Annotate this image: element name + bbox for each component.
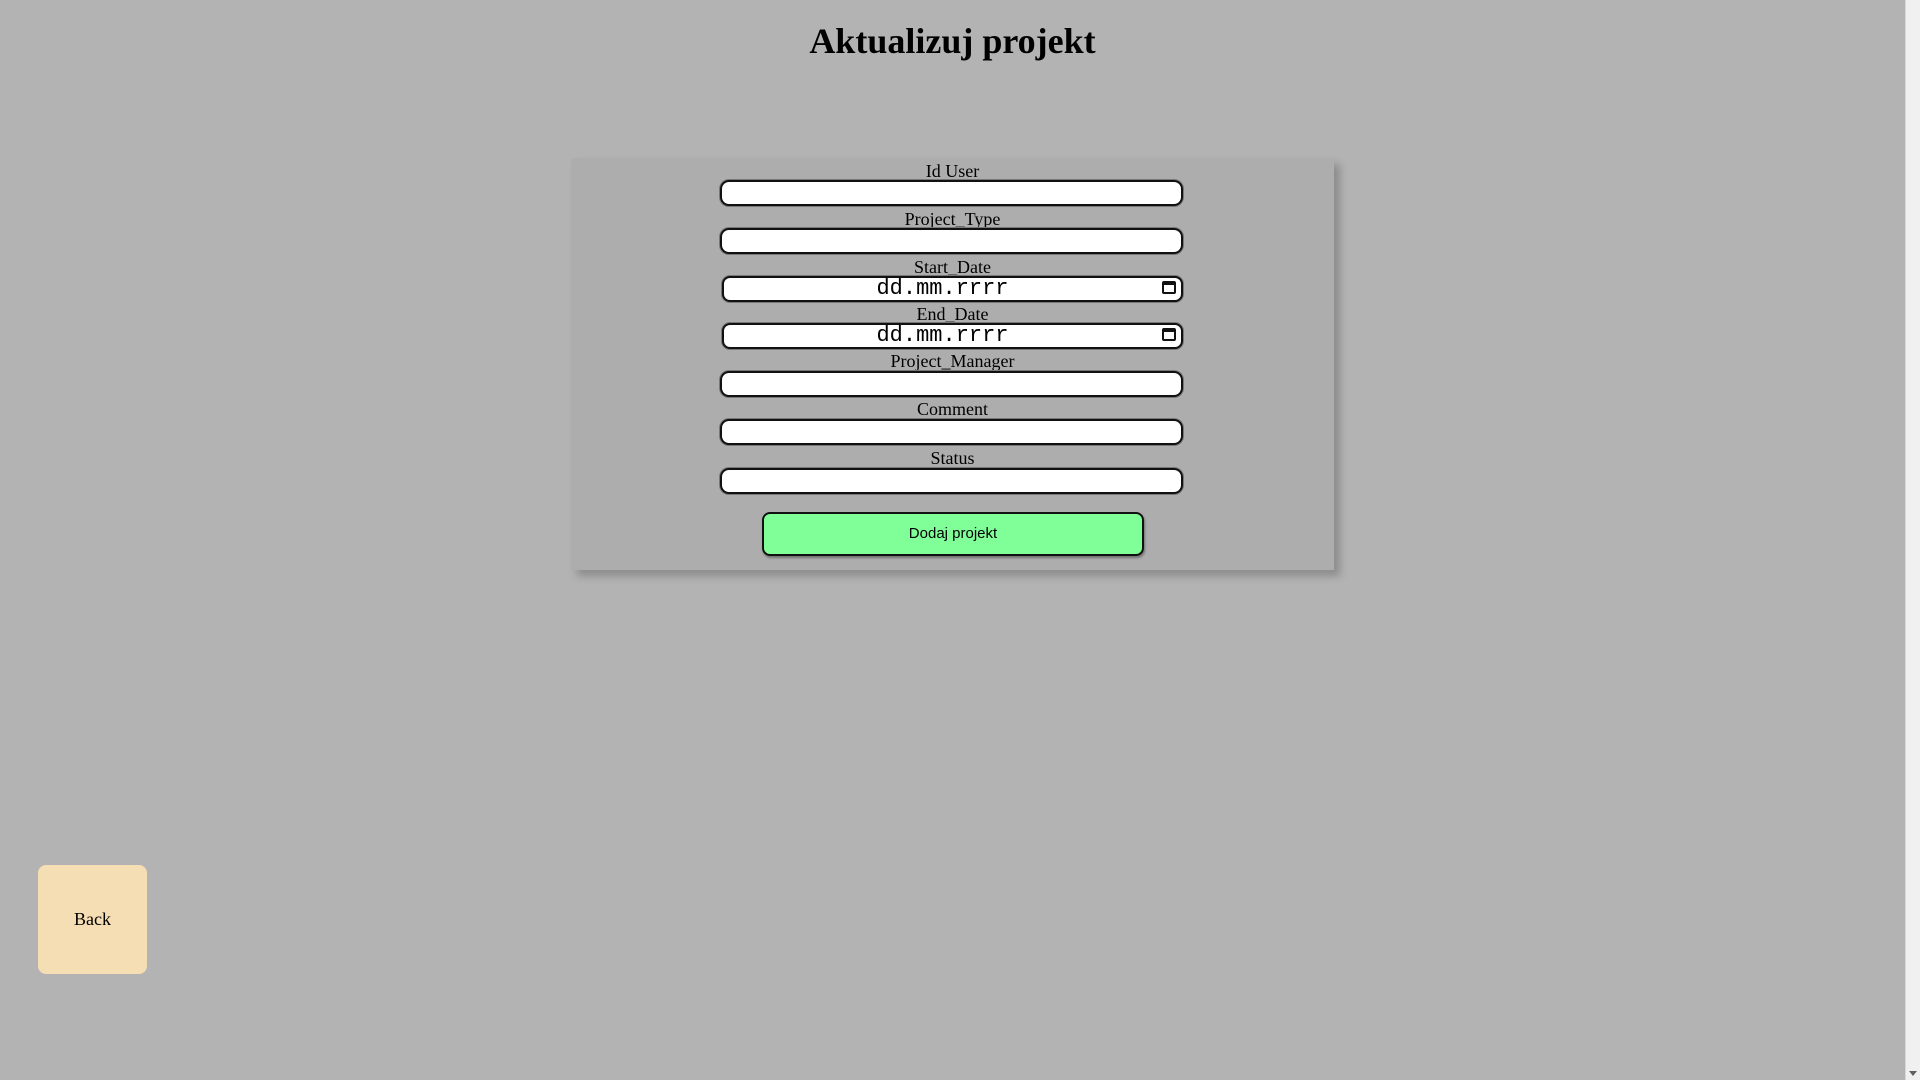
- page-title: Aktualizuj projekt: [809, 21, 1096, 61]
- project-type-input[interactable]: [720, 228, 1183, 254]
- status-input[interactable]: [720, 468, 1183, 494]
- status-label: Status: [930, 448, 975, 468]
- back-button[interactable]: Back: [38, 865, 147, 974]
- project-manager-input[interactable]: [720, 371, 1183, 397]
- end-date-placeholder: dd.mm.rrrr: [876, 323, 1009, 348]
- start-date-placeholder: dd.mm.rrrr: [876, 276, 1009, 301]
- add-project-button[interactable]: Dodaj projekt: [762, 512, 1144, 556]
- comment-label: Comment: [917, 399, 988, 419]
- end-date-label: End_Date: [916, 304, 989, 324]
- start-date-input[interactable]: dd.mm.rrrr: [722, 276, 1183, 302]
- start-date-label: Start_Date: [914, 257, 991, 277]
- page: Aktualizuj projekt Id User Project_Type …: [0, 0, 1905, 1080]
- scroll-down-arrow-icon[interactable]: [1909, 1071, 1917, 1076]
- project-form: Id User Project_Type Start_Date dd.mm.rr…: [571, 158, 1334, 570]
- id-user-input[interactable]: [720, 180, 1183, 206]
- vertical-scrollbar[interactable]: [1905, 0, 1920, 1080]
- calendar-icon[interactable]: [1162, 281, 1176, 294]
- calendar-icon[interactable]: [1162, 328, 1176, 341]
- project-type-label: Project_Type: [904, 209, 1001, 229]
- id-user-label: Id User: [925, 161, 980, 181]
- comment-input[interactable]: [720, 419, 1183, 445]
- project-manager-label: Project_Manager: [890, 351, 1015, 371]
- end-date-input[interactable]: dd.mm.rrrr: [722, 323, 1183, 349]
